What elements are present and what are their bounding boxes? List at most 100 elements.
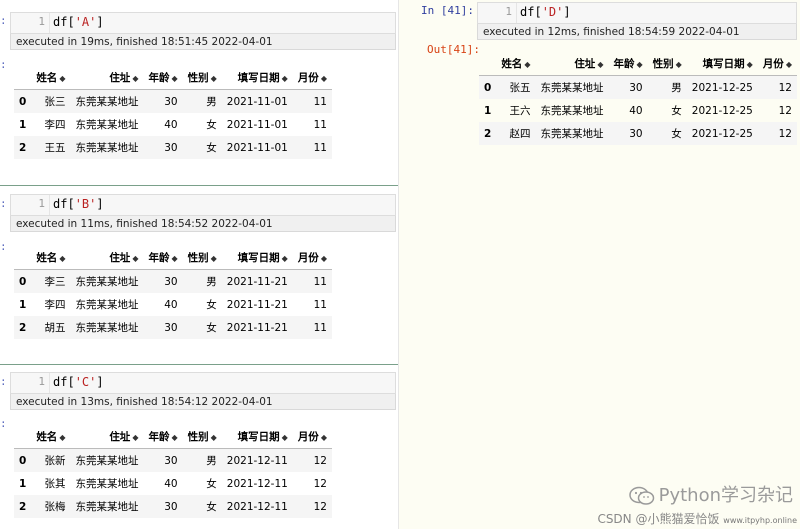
notebook-cell-a[interactable]: : 1 df['A'] executed in 19ms, finished 1…: [0, 0, 398, 185]
table-cell: 11: [313, 275, 327, 288]
column-header[interactable]: 填写日期 ◆: [221, 246, 293, 270]
table-cell: 胡五: [44, 322, 66, 334]
row-index: 0: [484, 81, 492, 94]
table-cell: 李三: [44, 276, 66, 288]
table-cell: 男: [206, 96, 217, 108]
column-header[interactable]: 姓名 ◆: [496, 52, 536, 76]
table-cell: 男: [671, 82, 682, 94]
index-header: [14, 66, 32, 90]
sort-icon[interactable]: ◆: [321, 254, 327, 263]
sort-icon[interactable]: ◆: [171, 74, 177, 83]
column-header[interactable]: 年龄 ◆: [143, 66, 183, 90]
column-header[interactable]: 住址 ◆: [535, 52, 609, 76]
sort-icon[interactable]: ◆: [636, 60, 642, 69]
column-header[interactable]: 性别 ◆: [182, 246, 222, 270]
dataframe-table: 姓名 ◆ 住址 ◆ 年龄 ◆ 性别 ◆ 填写日期 ◆ 月份 ◆ 0 张新 东莞某某地址 30 男 2021-12-…: [14, 425, 332, 518]
sort-icon[interactable]: ◆: [282, 74, 288, 83]
sort-icon[interactable]: ◆: [211, 254, 217, 263]
sort-icon[interactable]: ◆: [211, 74, 217, 83]
sort-icon[interactable]: ◆: [59, 433, 65, 442]
table-cell: 30: [164, 500, 178, 513]
output-prompt: Out[41]:: [427, 43, 480, 56]
column-header[interactable]: 年龄 ◆: [143, 425, 183, 449]
gutter-divider: [49, 373, 50, 393]
row-index: 1: [484, 104, 492, 117]
code-editor[interactable]: 1 df['B']: [10, 194, 396, 216]
input-prompt: :: [0, 197, 7, 210]
dataframe-table: 姓名 ◆ 住址 ◆ 年龄 ◆ 性别 ◆ 填写日期 ◆ 月份 ◆ 0 张五 东莞某某地址 30 男 2021-12-…: [479, 52, 797, 145]
column-header[interactable]: 月份 ◆: [757, 52, 797, 76]
table-row: 2 胡五 东莞某某地址 30 女 2021-11-21 11: [14, 316, 332, 339]
table-cell: 女: [206, 299, 217, 311]
table-cell: 东莞某某地址: [75, 276, 139, 288]
code-editor[interactable]: 1 df['C']: [10, 372, 396, 394]
table-cell: 12: [313, 477, 327, 490]
code-editor[interactable]: 1 df['A']: [10, 12, 396, 34]
sort-icon[interactable]: ◆: [132, 254, 138, 263]
index-header: [479, 52, 497, 76]
column-header[interactable]: 性别 ◆: [182, 425, 222, 449]
column-header[interactable]: 住址 ◆: [70, 425, 144, 449]
table-cell: 40: [164, 118, 178, 131]
sort-icon[interactable]: ◆: [59, 254, 65, 263]
table-cell: 2021-11-01: [226, 118, 288, 131]
table-cell: 张梅: [44, 501, 66, 513]
sort-icon[interactable]: ◆: [282, 433, 288, 442]
sort-icon[interactable]: ◆: [282, 254, 288, 263]
sort-icon[interactable]: ◆: [59, 74, 65, 83]
column-header[interactable]: 住址 ◆: [70, 246, 144, 270]
column-header[interactable]: 姓名 ◆: [31, 66, 71, 90]
dataframe-table: 姓名 ◆ 住址 ◆ 年龄 ◆ 性别 ◆ 填写日期 ◆ 月份 ◆ 0 张三 东莞某某地址 30 男 2021-11-…: [14, 66, 332, 159]
column-header[interactable]: 年龄 ◆: [143, 246, 183, 270]
table-cell: 女: [206, 501, 217, 513]
table-cell: 11: [313, 321, 327, 334]
column-header[interactable]: 填写日期 ◆: [221, 66, 293, 90]
execution-info: executed in 12ms, finished 18:54:59 2022…: [477, 24, 797, 40]
sort-icon[interactable]: ◆: [211, 433, 217, 442]
row-index: 1: [19, 118, 27, 131]
wechat-icon: [628, 486, 654, 505]
column-header[interactable]: 性别 ◆: [182, 66, 222, 90]
sort-icon[interactable]: ◆: [321, 74, 327, 83]
table-cell: 40: [164, 298, 178, 311]
row-index: 2: [484, 127, 492, 140]
table-cell: 40: [164, 477, 178, 490]
sort-icon[interactable]: ◆: [132, 433, 138, 442]
sort-icon[interactable]: ◆: [676, 60, 682, 69]
table-cell: 东莞某某地址: [75, 299, 139, 311]
column-header[interactable]: 月份 ◆: [292, 66, 332, 90]
gutter-divider: [49, 195, 50, 215]
column-header[interactable]: 月份 ◆: [292, 425, 332, 449]
row-index: 0: [19, 454, 27, 467]
sort-icon[interactable]: ◆: [321, 433, 327, 442]
table-cell: 12: [313, 454, 327, 467]
column-header[interactable]: 月份 ◆: [292, 246, 332, 270]
sort-icon[interactable]: ◆: [171, 254, 177, 263]
sort-icon[interactable]: ◆: [747, 60, 753, 69]
line-number: 1: [38, 197, 45, 210]
column-header[interactable]: 年龄 ◆: [608, 52, 648, 76]
sort-icon[interactable]: ◆: [524, 60, 530, 69]
sort-icon[interactable]: ◆: [171, 433, 177, 442]
notebook-cell-c[interactable]: : 1 df['C'] executed in 13ms, finished 1…: [0, 365, 398, 529]
notebook-cell-d[interactable]: In [41]: 1 df['D'] executed in 12ms, fin…: [399, 0, 800, 160]
column-header[interactable]: 姓名 ◆: [31, 246, 71, 270]
notebook-cell-b[interactable]: : 1 df['B'] executed in 11ms, finished 1…: [0, 186, 398, 364]
table-row: 1 李四 东莞某某地址 40 女 2021-11-01 11: [14, 113, 332, 136]
column-header[interactable]: 填写日期 ◆: [221, 425, 293, 449]
table-cell: 12: [778, 104, 792, 117]
table-cell: 东莞某某地址: [75, 455, 139, 467]
code-editor[interactable]: 1 df['D']: [477, 2, 797, 24]
sort-icon[interactable]: ◆: [786, 60, 792, 69]
sort-icon[interactable]: ◆: [597, 60, 603, 69]
execution-info: executed in 13ms, finished 18:54:12 2022…: [10, 394, 396, 410]
line-number: 1: [38, 375, 45, 388]
column-header[interactable]: 姓名 ◆: [31, 425, 71, 449]
code-text: df['D']: [520, 5, 571, 19]
column-header[interactable]: 填写日期 ◆: [686, 52, 758, 76]
sort-icon[interactable]: ◆: [132, 74, 138, 83]
column-header[interactable]: 住址 ◆: [70, 66, 144, 90]
index-header: [14, 425, 32, 449]
table-row: 2 张梅 东莞某某地址 30 女 2021-12-11 12: [14, 495, 332, 518]
column-header[interactable]: 性别 ◆: [647, 52, 687, 76]
